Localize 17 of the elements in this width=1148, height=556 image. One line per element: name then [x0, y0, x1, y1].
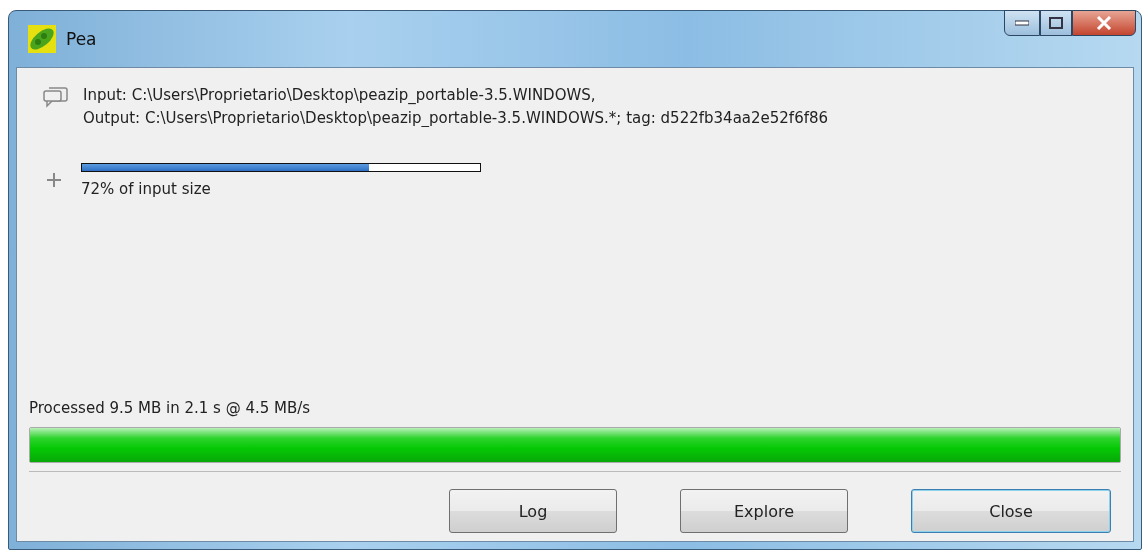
dialog-button[interactable]: Log	[449, 489, 617, 533]
info-line: Output: C:\Users\Proprietario\Desktop\peazip_portable-3.5.WINDOWS.*; tag: d522fb34aa2e52f6f86	[83, 109, 829, 127]
dialog-button[interactable]: Explore	[680, 489, 848, 533]
maximize-icon	[1049, 17, 1063, 29]
speech-bubble-icon	[43, 86, 69, 108]
minimize-button[interactable]	[1004, 10, 1040, 36]
status-text: Processed 9.5 MB in 2.1 s @ 4.5 MB/s	[29, 399, 312, 417]
plus-icon[interactable]	[47, 173, 61, 187]
close-icon	[1096, 16, 1112, 30]
maximize-button[interactable]	[1040, 10, 1072, 36]
ratio-label: 72% of input size	[81, 180, 212, 198]
window-title: Pea	[66, 29, 97, 49]
close-window-button[interactable]	[1072, 10, 1136, 36]
dialog-button[interactable]: Close	[911, 489, 1111, 533]
info-line: Input: C:\Users\Proprietario\Desktop\peazip_portable-3.5.WINDOWS,	[83, 86, 597, 104]
pea-logo-icon	[28, 25, 56, 53]
minimize-icon	[1015, 20, 1029, 26]
